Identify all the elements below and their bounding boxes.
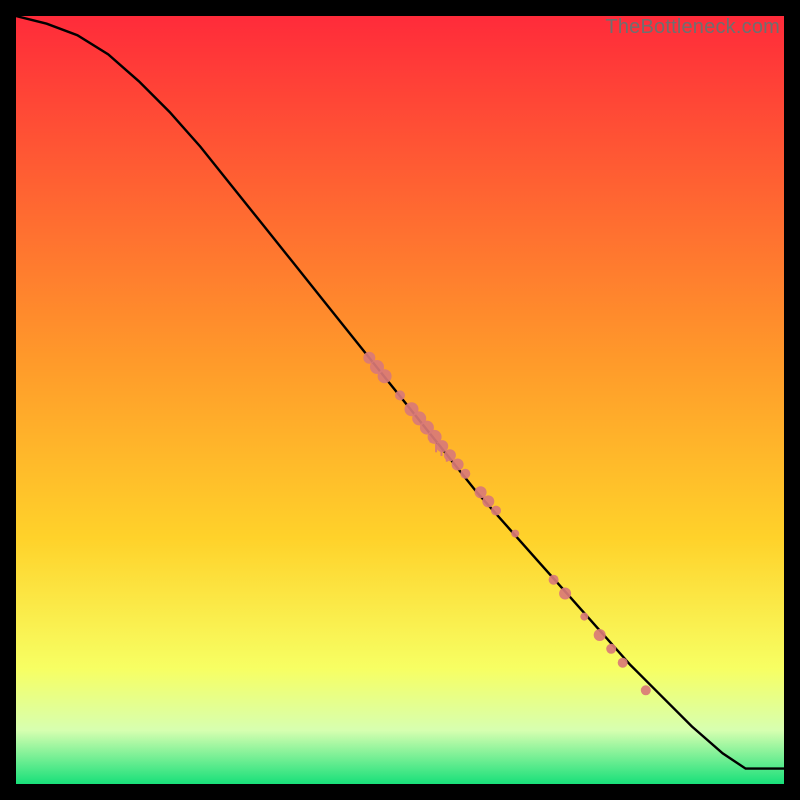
data-marker [559,588,571,600]
data-marker [594,629,606,641]
data-marker [475,486,487,498]
chart-frame: TheBottleneck.com [16,16,784,784]
data-marker [606,644,616,654]
chart-plot [16,16,784,784]
data-marker [618,658,628,668]
data-marker [549,575,559,585]
data-marker [378,369,392,383]
watermark-text: TheBottleneck.com [605,16,780,39]
data-marker [460,469,470,479]
data-marker [452,459,464,471]
data-marker [482,495,494,507]
data-marker [511,530,519,538]
data-marker [641,685,651,695]
data-marker [436,440,448,452]
data-marker [444,449,456,461]
data-marker [580,613,588,621]
data-marker [395,390,405,400]
data-marker [491,506,501,516]
